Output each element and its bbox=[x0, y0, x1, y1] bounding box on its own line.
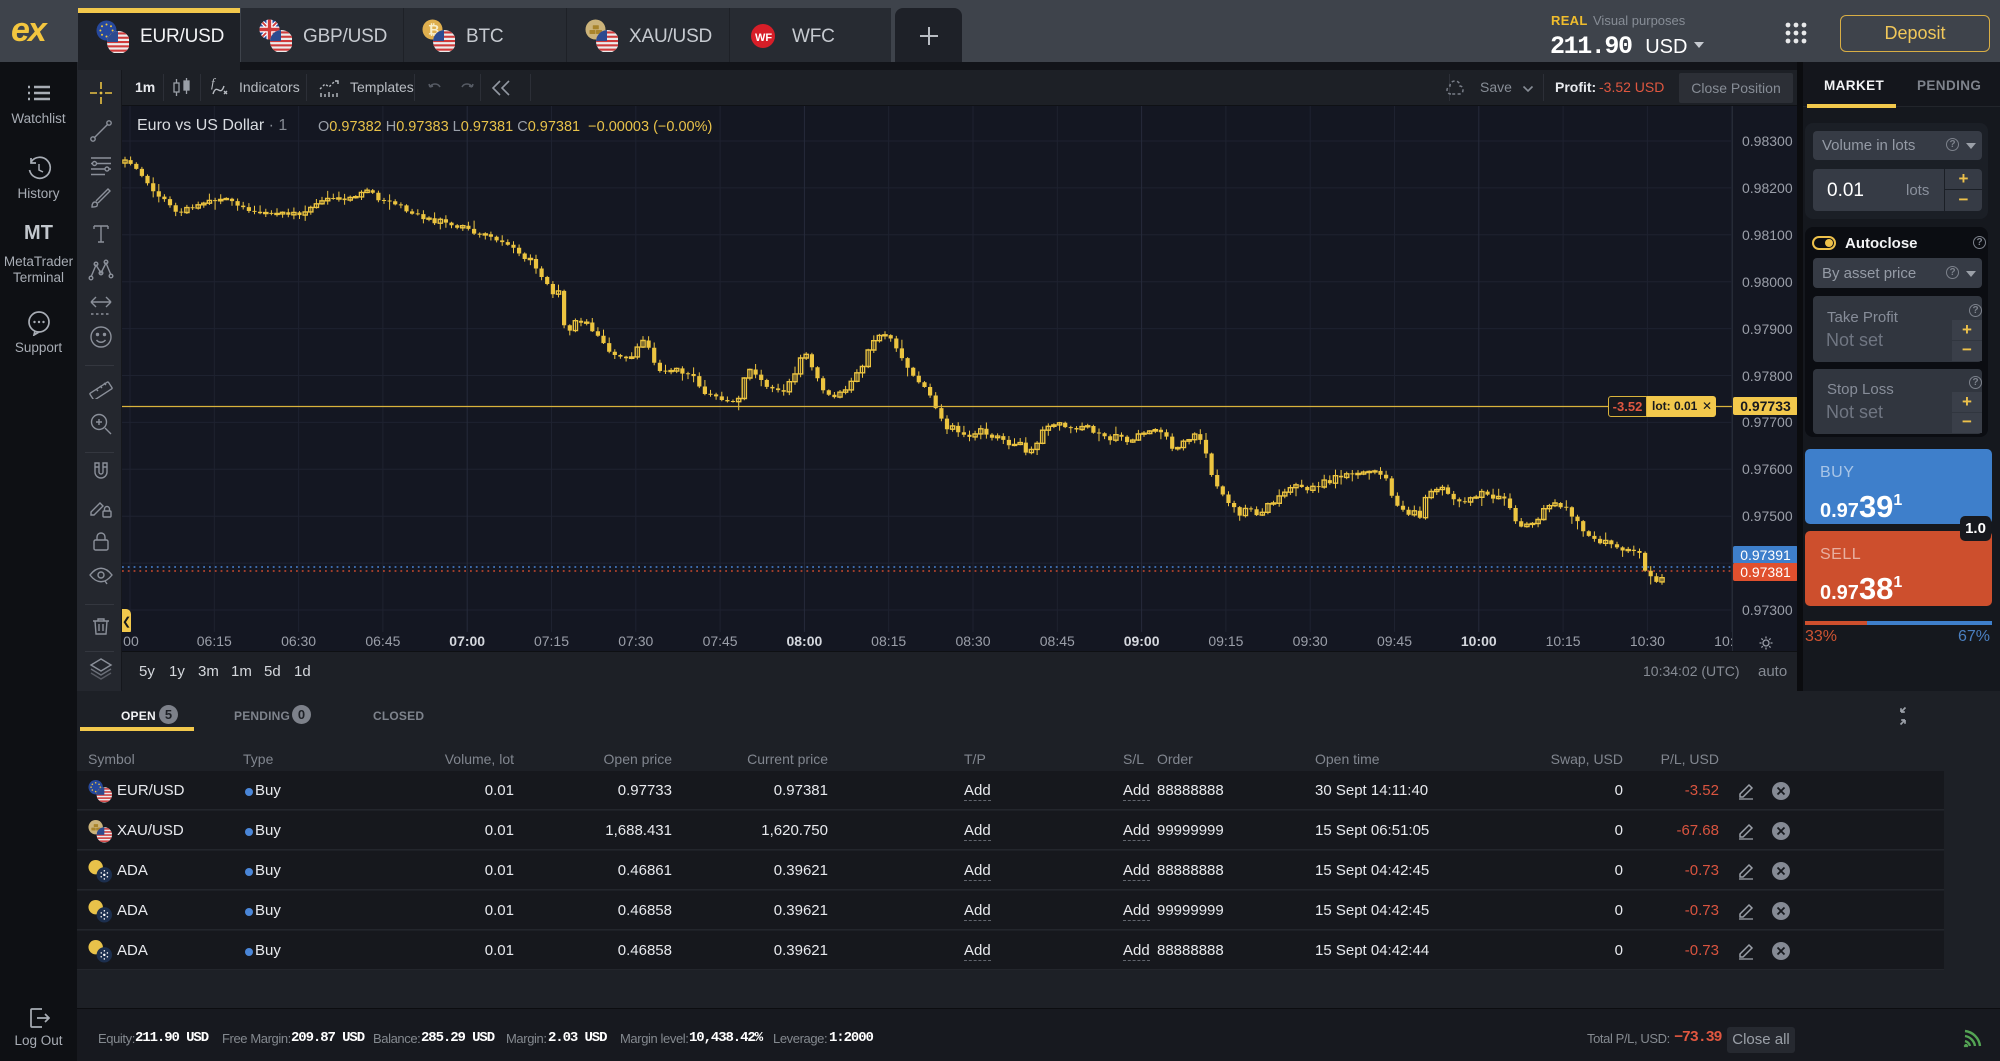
svg-text:f: f bbox=[211, 78, 217, 90]
svg-text:ex: ex bbox=[11, 13, 49, 49]
svg-text:WF: WF bbox=[755, 32, 772, 44]
